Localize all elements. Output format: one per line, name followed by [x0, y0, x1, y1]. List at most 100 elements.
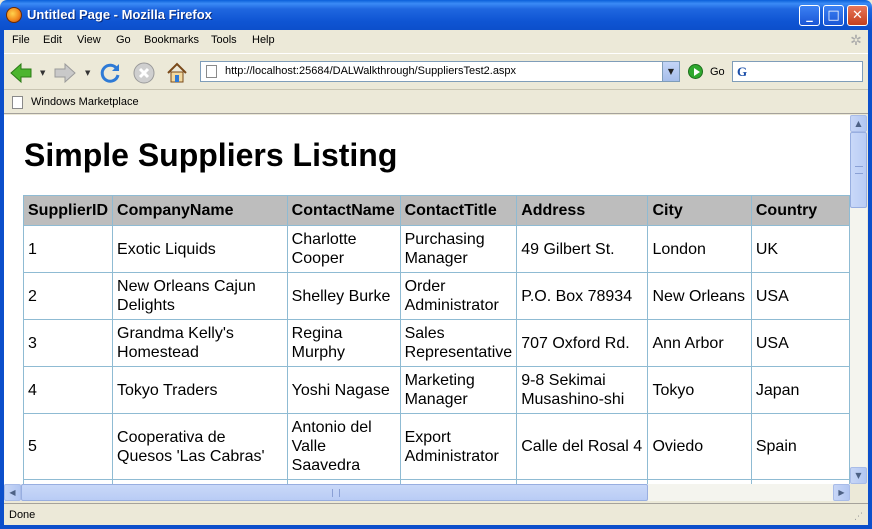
table-cell: Exotic Liquids — [112, 225, 288, 273]
search-engine-icon[interactable]: G — [737, 64, 751, 79]
table-cell: USA — [750, 319, 850, 367]
menu-file[interactable]: File — [12, 34, 30, 46]
table-cell: Tokyo Traders — [112, 366, 288, 414]
table-cell: Sales Representative — [399, 319, 518, 367]
table-cell: Spain — [750, 413, 850, 480]
back-history-dropdown-icon[interactable]: ▼ — [40, 69, 45, 77]
page-title: Simple Suppliers Listing — [24, 137, 398, 173]
table-cell: Calle del Rosal 4 — [516, 413, 649, 480]
search-input[interactable]: G — [732, 61, 863, 82]
menu-bookmarks[interactable]: Bookmarks — [144, 34, 199, 46]
page-viewport: Simple Suppliers Listing SupplierID Comp… — [4, 115, 850, 484]
stop-icon[interactable] — [131, 60, 157, 86]
scroll-grip-icon — [855, 166, 863, 174]
table-row: 4 Tokyo Traders Yoshi Nagase Marketing M… — [22, 366, 850, 414]
table-cell: 49 Gilbert St. — [516, 225, 649, 273]
window-frame-right — [868, 30, 872, 529]
table-cell: New Orleans — [647, 272, 752, 320]
table-cell: Ann Arbor — [647, 319, 752, 367]
maximize-button[interactable]: □ — [823, 5, 844, 26]
column-header: SupplierID — [22, 195, 114, 226]
firefox-icon — [6, 7, 22, 23]
menu-bar: File Edit View Go Bookmarks Tools Help ✲ — [4, 30, 868, 52]
table-cell: 707 Oxford Rd. — [516, 319, 649, 367]
forward-history-dropdown-icon[interactable]: ▼ — [85, 69, 90, 77]
column-header: Country — [750, 195, 850, 226]
table-cell: P.O. Box 78934 — [516, 272, 649, 320]
table-cell: 2 — [22, 272, 114, 320]
table-cell: Export Administrator — [399, 413, 518, 480]
table-cell: Regina Murphy — [286, 319, 401, 367]
horizontal-scroll-thumb[interactable] — [21, 484, 648, 501]
url-input[interactable]: http://localhost:25684/DALWalkthrough/Su… — [225, 65, 516, 77]
bookmark-windows-marketplace[interactable]: Windows Marketplace — [31, 96, 139, 108]
menu-view[interactable]: View — [77, 34, 101, 46]
table-cell: 9-8 Sekimai Musashino-shi — [516, 366, 649, 414]
menu-tools[interactable]: Tools — [211, 34, 237, 46]
scroll-grip-icon — [332, 489, 340, 497]
table-cell: Antonio del Valle Saavedra — [286, 413, 401, 480]
navigation-toolbar: ▼ ▼ http://localhost:25684/DALWalkthroug… — [4, 53, 868, 90]
table-cell: 1 — [22, 225, 114, 273]
table-cell: Cooperativa de Quesos 'Las Cabras' — [112, 413, 288, 480]
scroll-left-icon[interactable]: ◀ — [4, 484, 21, 501]
column-header: Address — [516, 195, 649, 226]
vertical-scrollbar[interactable]: ▲ ▼ — [850, 115, 867, 484]
table-cell: Japan — [750, 366, 850, 414]
minimize-button[interactable]: _ — [799, 5, 820, 26]
throbber-icon: ✲ — [850, 33, 862, 49]
menu-help[interactable]: Help — [252, 34, 275, 46]
table-cell: Grandma Kelly's Homestead — [112, 319, 288, 367]
vertical-scroll-thumb[interactable] — [850, 132, 867, 208]
suppliers-table: SupplierID CompanyName ContactName Conta… — [22, 195, 850, 484]
table-cell: UK — [750, 225, 850, 273]
table-row: 5 Cooperativa de Quesos 'Las Cabras' Ant… — [22, 413, 850, 480]
horizontal-scrollbar[interactable]: ◀ ▶ — [4, 484, 850, 501]
page-icon — [206, 65, 217, 78]
resize-grip-icon[interactable]: ⋰ — [854, 511, 866, 523]
menu-edit[interactable]: Edit — [43, 34, 62, 46]
table-cell: 4 — [22, 366, 114, 414]
table-cell: Tokyo — [647, 366, 752, 414]
go-button[interactable]: Go — [710, 66, 725, 78]
table-cell: Purchasing Manager — [399, 225, 518, 273]
table-cell: Shelley Burke — [286, 272, 401, 320]
table-header-row: SupplierID CompanyName ContactName Conta… — [22, 195, 850, 226]
table-cell: Marketing Manager — [399, 366, 518, 414]
menu-go[interactable]: Go — [116, 34, 131, 46]
status-text: Done — [9, 509, 36, 521]
table-cell: New Orleans Cajun Delights — [112, 272, 288, 320]
table-cell: Order Administrator — [399, 272, 518, 320]
go-icon[interactable] — [688, 64, 703, 79]
table-cell: London — [647, 225, 752, 273]
table-cell: Oviedo — [647, 413, 752, 480]
url-history-dropdown-icon[interactable]: ▼ — [662, 62, 679, 81]
forward-arrow-icon[interactable] — [52, 60, 78, 86]
status-bar: Done ⋰ — [4, 503, 868, 525]
column-header: CompanyName — [112, 195, 288, 226]
table-cell: 5 — [22, 413, 114, 480]
home-icon[interactable] — [164, 60, 190, 86]
table-row: 1 Exotic Liquids Charlotte Cooper Purcha… — [22, 225, 850, 273]
reload-icon[interactable] — [97, 60, 123, 86]
bookmarks-toolbar: Windows Marketplace — [4, 91, 868, 114]
column-header: City — [647, 195, 752, 226]
scroll-right-icon[interactable]: ▶ — [833, 484, 850, 501]
back-arrow-icon[interactable] — [8, 60, 34, 86]
title-bar[interactable]: Untitled Page - Mozilla Firefox _ □ ✕ — [0, 0, 872, 30]
url-bar[interactable]: http://localhost:25684/DALWalkthrough/Su… — [200, 61, 680, 82]
window-title: Untitled Page - Mozilla Firefox — [27, 7, 212, 22]
column-header: ContactName — [286, 195, 401, 226]
table-cell: Yoshi Nagase — [286, 366, 401, 414]
scroll-down-icon[interactable]: ▼ — [850, 467, 867, 484]
scroll-up-icon[interactable]: ▲ — [850, 115, 867, 132]
scrollbar-corner — [850, 484, 867, 501]
bookmark-page-icon — [12, 96, 23, 109]
column-header: ContactTitle — [399, 195, 518, 226]
table-cell: 3 — [22, 319, 114, 367]
window-frame-bottom — [0, 525, 872, 529]
table-row: 2 New Orleans Cajun Delights Shelley Bur… — [22, 272, 850, 320]
table-row: 3 Grandma Kelly's Homestead Regina Murph… — [22, 319, 850, 367]
close-button[interactable]: ✕ — [847, 5, 868, 26]
table-cell: USA — [750, 272, 850, 320]
